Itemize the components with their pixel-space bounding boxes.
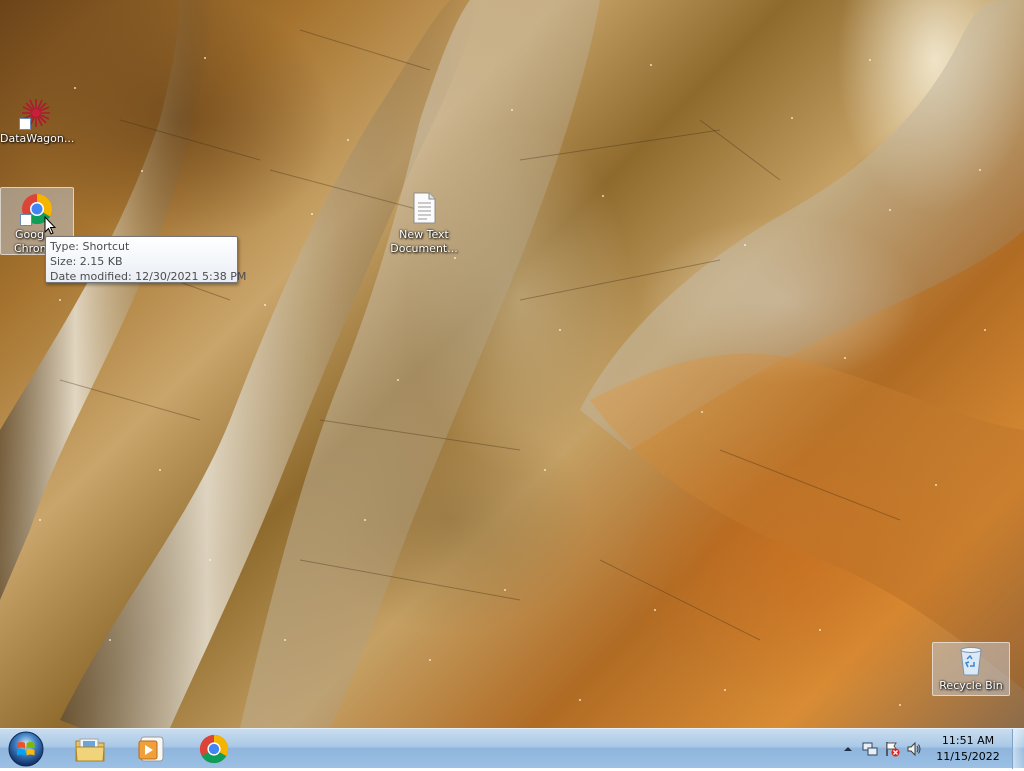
- tooltip-date-modified: Date modified: 12/30/2021 5:38 PM: [50, 270, 247, 283]
- taskbar: 11:51 AM 11/15/2022: [0, 728, 1024, 769]
- desktop-icon-label: Recycle Bin: [939, 679, 1003, 692]
- taskbar-windows-explorer[interactable]: [62, 731, 118, 767]
- show-desktop-button[interactable]: [1012, 729, 1024, 769]
- desktop-icon-datawagon[interactable]: DataWagon...: [0, 96, 75, 146]
- chrome-icon: [199, 734, 229, 764]
- action-center-flag-icon[interactable]: [884, 741, 900, 757]
- shortcut-tooltip: Type: Shortcut Size: 2.15 KB Date modifi…: [45, 236, 247, 283]
- volume-icon[interactable]: [906, 741, 922, 757]
- taskbar-media-player[interactable]: [124, 731, 180, 767]
- tooltip-type: Type: Shortcut: [50, 240, 130, 253]
- start-button[interactable]: [6, 730, 46, 768]
- show-hidden-icons-chevron[interactable]: [840, 741, 856, 757]
- desktop-icon-new-text-document[interactable]: New Text Document...: [388, 192, 460, 256]
- system-tray: 11:51 AM 11/15/2022: [840, 729, 1024, 769]
- desktop-icon-recycle-bin[interactable]: Recycle Bin: [932, 642, 1010, 696]
- network-icon[interactable]: [862, 741, 878, 757]
- desktop[interactable]: DataWagon... Goog Chron New Text Documen…: [0, 0, 1024, 728]
- wallpaper: [0, 0, 1024, 728]
- shortcut-arrow-icon: [19, 118, 31, 130]
- desktop-icon-label: New Text: [399, 228, 449, 241]
- text-document-icon: [411, 192, 437, 226]
- taskbar-clock[interactable]: 11:51 AM 11/15/2022: [932, 733, 1004, 765]
- shortcut-arrow-icon: [20, 214, 32, 226]
- clock-time: 11:51 AM: [941, 734, 995, 747]
- mouse-cursor-icon: [44, 216, 56, 235]
- tooltip-size: Size: 2.15 KB: [50, 255, 123, 268]
- windows-start-orb-icon: [8, 731, 44, 767]
- clock-date: 11/15/2022: [936, 750, 1000, 763]
- datawagon-app-icon: [19, 96, 53, 130]
- media-player-icon: [138, 736, 164, 762]
- desktop-icon-label-line2: Document...: [390, 242, 458, 255]
- desktop-icon-label: DataWagon...: [0, 132, 75, 145]
- taskbar-google-chrome[interactable]: [186, 731, 242, 767]
- recycle-bin-icon: [958, 645, 984, 677]
- folder-libraries-icon: [75, 738, 105, 762]
